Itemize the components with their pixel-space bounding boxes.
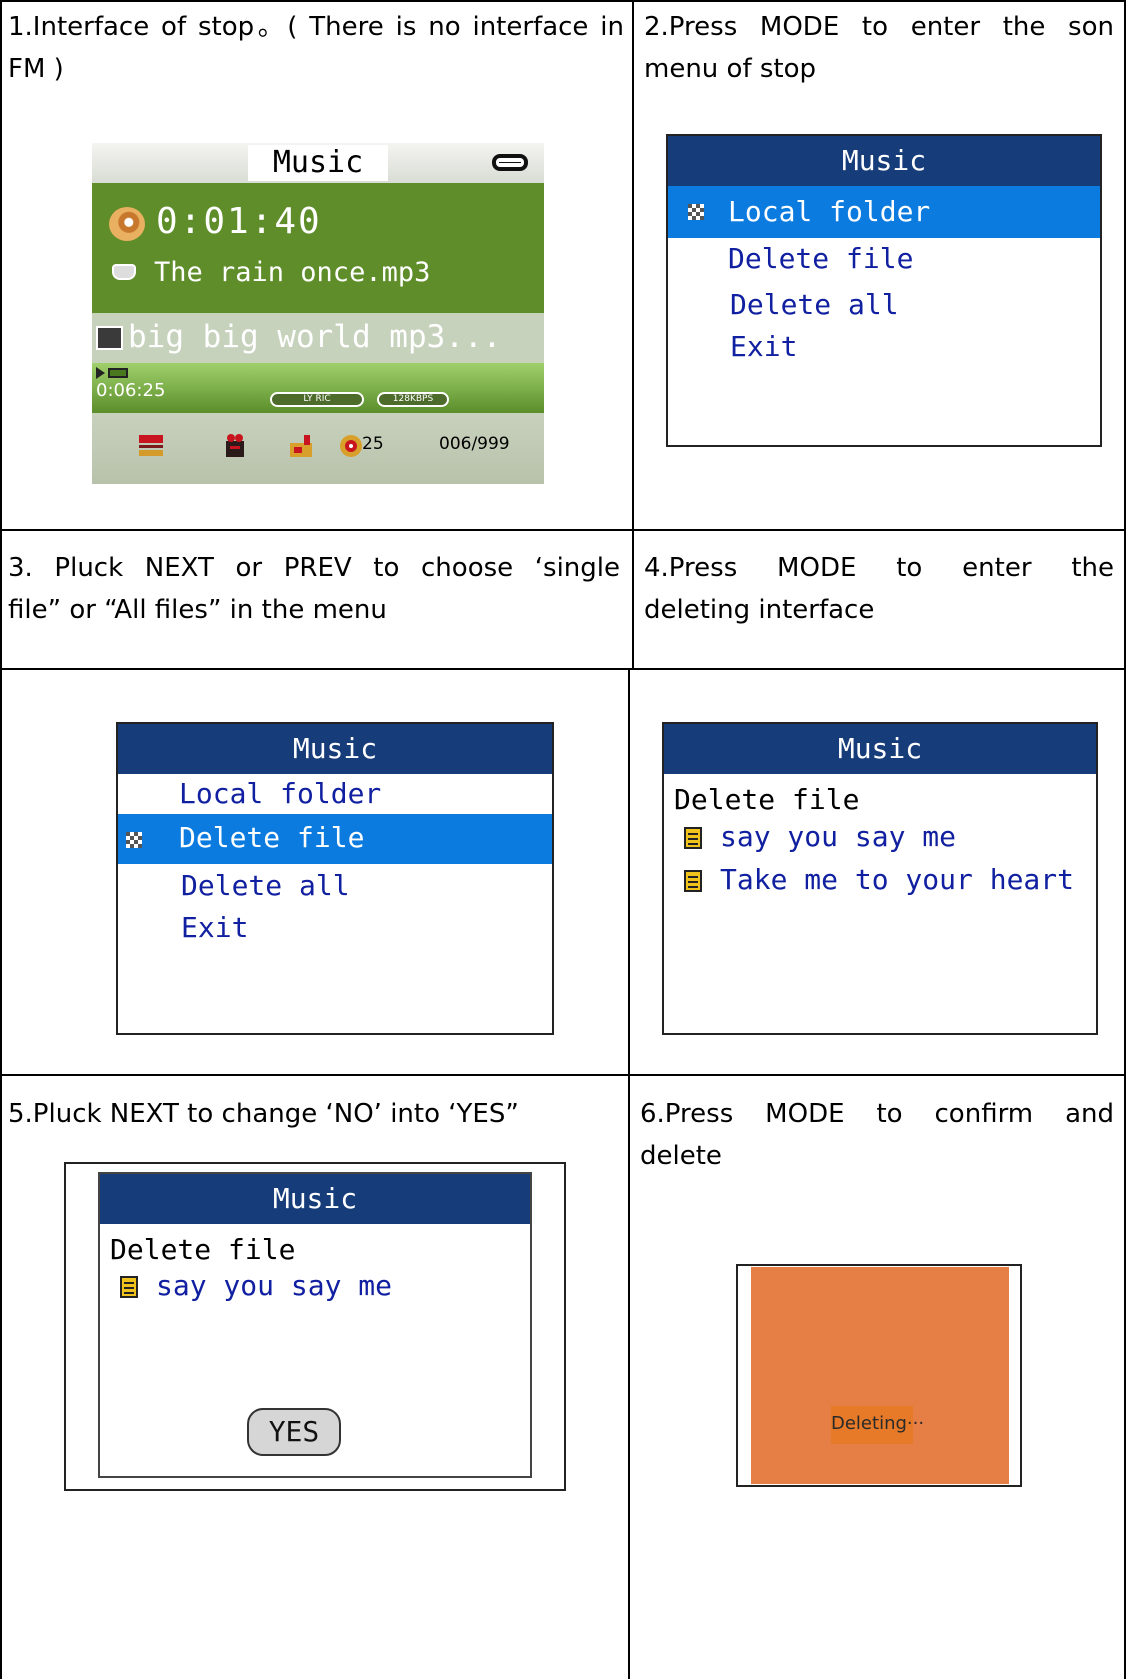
file-icon [684,827,702,849]
note-icon [112,264,136,280]
confirm-dialog: Music Delete file say you say me YES [98,1172,532,1478]
file-item[interactable]: say you say me [720,817,956,857]
menu-item-local-folder: Local folder [728,195,931,228]
bitrate-badge: 128KBPS [377,392,449,407]
file-item: say you say me [156,1269,393,1302]
yes-button[interactable]: YES [247,1408,341,1456]
repeat-icon [226,434,244,457]
menu-selection[interactable]: Delete file [118,814,552,864]
menu-item-delete-all[interactable]: Delete all [730,285,899,325]
ab-icon [290,435,312,457]
current-track: The rain once.mp3 [154,257,431,288]
track-counter: 006/999 [439,434,510,454]
submenu-screen: Music Local folder Delete file Delete al… [666,134,1102,447]
eq-icon [139,435,163,456]
selector-icon [126,832,142,848]
progress-icon [108,368,128,378]
menu-item-delete-file[interactable]: Delete file [728,239,913,279]
menu-item-local-folder[interactable]: Local folder [179,774,381,814]
instruction-page: 1.Interface of stop。( There is no interf… [0,0,1126,1679]
selector-icon [688,204,704,220]
player-screen: Music 0:01:40 The rain once.mp3 big big … [92,143,544,484]
next-track: big big world mp3... [128,319,502,355]
menu-item-exit[interactable]: Exit [181,908,248,948]
confirm-delete-screen: Music Delete file say you say me YES [64,1162,566,1491]
volume-level: 25 [362,434,384,454]
disc-icon [109,207,145,241]
table-border-left [0,0,2,1679]
delete-file-heading: Delete file [110,1233,296,1266]
play-icon [96,367,105,379]
menu-selection[interactable]: Local folder [668,186,1100,238]
table-divider-vertical [632,0,634,668]
table-rule [0,668,1126,670]
menu-item-delete-all[interactable]: Delete all [181,866,350,906]
step-2-caption: 2.Press MODE to enter the son menu of st… [644,12,1114,84]
step-6-caption: 6.Press MODE to confirm and delete [640,1099,1114,1171]
menu-item-exit[interactable]: Exit [730,327,797,367]
menu-item-delete-file: Delete file [179,821,365,854]
deleting-status: Deleting··· [831,1413,925,1434]
step-5-caption: 5.Pluck NEXT to change ‘NO’ into ‘YES” [8,1099,519,1129]
deleting-screen: Deleting··· [736,1264,1022,1487]
mtv-icon [96,326,123,350]
menu-header: Music [118,724,552,774]
file-icon [684,870,702,892]
file-icon [120,1276,138,1298]
deleting-panel: Deleting··· [751,1267,1009,1484]
menu-header: Music [100,1174,530,1224]
table-divider-vertical [628,668,630,1679]
table-rule [0,1074,1126,1076]
step-1-caption: 1.Interface of stop。( There is no interf… [8,12,624,84]
elapsed-time: 0:06:25 [96,380,166,401]
submenu-delete-selected-screen: Music Local folder Delete file Delete al… [116,722,554,1035]
file-item[interactable]: Take me to your heart [720,860,1074,900]
table-border-top [0,0,1126,2]
menu-header: Music [668,136,1100,186]
player-title: Music [248,145,388,181]
step-4-caption: 4.Press MODE to enter the deleting inter… [644,553,1114,625]
step-3-caption: 3. Pluck NEXT or PREV to choose ‘single … [8,553,620,625]
menu-header: Music [664,724,1096,774]
volume-icon [340,435,362,457]
battery-icon [492,154,528,171]
play-time: 0:01:40 [156,201,322,242]
lyric-badge: LY RIC [270,392,364,407]
table-rule [0,529,1126,531]
delete-file-screen: Music Delete file say you say me Take me… [662,722,1098,1035]
delete-file-heading: Delete file [674,783,860,816]
